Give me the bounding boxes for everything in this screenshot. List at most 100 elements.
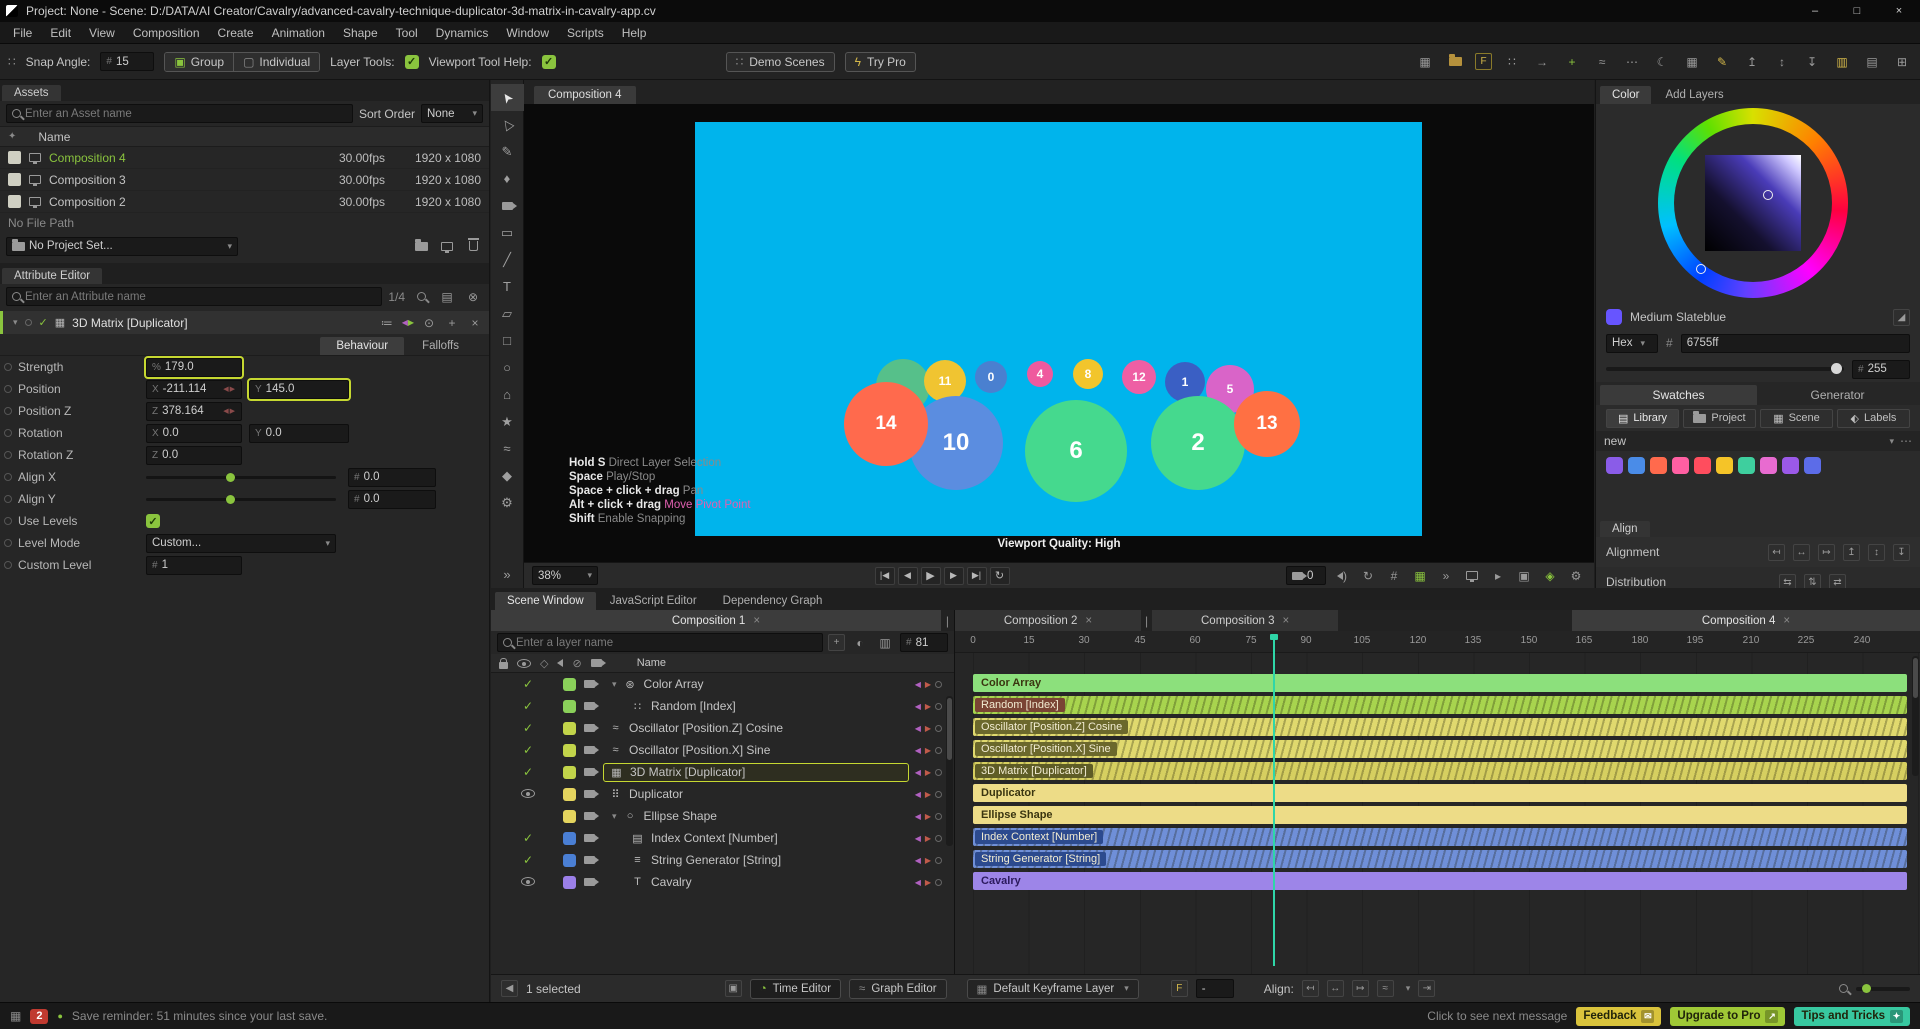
layer-color-swatch[interactable] [563, 788, 576, 801]
crosshair-icon[interactable]: + [444, 313, 460, 333]
close-icon[interactable]: × [1783, 615, 1790, 627]
align-bottom-icon[interactable]: ↧ [1802, 52, 1822, 72]
overlay-icon[interactable]: ▸ [1488, 566, 1508, 586]
menu-tool[interactable]: Tool [387, 22, 427, 43]
tab-generator[interactable]: Generator [1759, 385, 1916, 405]
layer-row-content[interactable]: ▤Index Context [Number] [625, 829, 909, 848]
skip-end-button[interactable]: ▶| [967, 567, 987, 585]
asset-name[interactable]: Composition 3 [49, 173, 126, 187]
zoom-in-icon[interactable] [411, 287, 431, 307]
pen-tool[interactable]: ♦ [491, 165, 524, 192]
timeline-bar[interactable]: Index Context [Number] [973, 828, 1907, 846]
tab-composition2[interactable]: Composition 2× [955, 610, 1141, 631]
display-icon[interactable] [437, 236, 457, 256]
current-frame-field[interactable]: #81 [900, 633, 948, 652]
swatch-group-row[interactable]: new ▾ ⋯ [1596, 431, 1920, 451]
menu-create[interactable]: Create [209, 22, 263, 43]
stepper-arrows-icon[interactable]: ◀▶ [223, 385, 236, 393]
visibility-check-icon[interactable]: ✓ [519, 831, 537, 845]
new-folder-icon[interactable] [411, 236, 431, 256]
duplicated-circle[interactable]: 13 [1234, 391, 1300, 457]
folder-icon[interactable] [1445, 52, 1465, 72]
hue-wheel[interactable] [1658, 108, 1848, 298]
hex-value-field[interactable]: 6755ff [1681, 334, 1910, 353]
tab-dependency-graph[interactable]: Dependency Graph [711, 592, 835, 610]
node-toggle-icon[interactable] [25, 319, 32, 326]
color-swatch[interactable] [1782, 457, 1799, 474]
layer-name[interactable]: Cavalry [651, 875, 692, 889]
frame-f-icon[interactable]: F [1171, 980, 1188, 997]
keyframe-left-icon[interactable]: ◀ [915, 724, 921, 733]
settings-gear-icon[interactable]: ⚙ [1566, 566, 1586, 586]
custom-level-field[interactable]: #1 [146, 556, 242, 575]
keyframe-right-icon[interactable]: ▶ [925, 856, 931, 865]
close-icon[interactable]: × [1085, 615, 1092, 627]
lock-column-icon[interactable] [499, 662, 508, 669]
forward-icon[interactable]: → [1532, 52, 1552, 72]
skip-start-button[interactable]: |◀ [875, 567, 895, 585]
name-column-header[interactable]: Name [38, 130, 70, 144]
expand-icon[interactable]: ▾ [612, 811, 617, 822]
layer-name[interactable]: 3D Matrix [Duplicator] [630, 765, 745, 779]
color-swatch[interactable] [1716, 457, 1733, 474]
visibility-check-icon[interactable]: ✓ [519, 853, 537, 867]
chevron-down-icon[interactable]: ▾ [1406, 983, 1411, 994]
keyframe-circle-icon[interactable] [935, 725, 942, 732]
assets-tab[interactable]: Assets [2, 85, 61, 101]
grid2-icon[interactable]: ⊞ [1892, 52, 1912, 72]
keyframe-left-icon[interactable]: ◀ [915, 702, 921, 711]
clear-filter-icon[interactable]: ⊗ [463, 287, 483, 307]
close-node-icon[interactable]: × [467, 313, 483, 333]
layer-name[interactable]: String Generator [String] [651, 853, 781, 867]
timeline-bar-selected[interactable]: 3D Matrix [Duplicator] [973, 762, 1907, 780]
timeline-body[interactable]: Color Array Random [Index] Oscillator [P… [955, 653, 1920, 974]
align-bottom-icon[interactable]: ↧ [1893, 544, 1910, 561]
menu-dynamics[interactable]: Dynamics [427, 22, 498, 43]
tab-composition3[interactable]: Composition 3× [1152, 610, 1338, 631]
position-z-field[interactable]: Z378.164◀▶ [146, 402, 242, 421]
camera-column-icon[interactable] [591, 659, 602, 667]
direct-select-tool[interactable]: ▷ [491, 111, 524, 138]
sort-order-dropdown[interactable]: None▾ [421, 104, 483, 123]
ellipse-tool[interactable]: ○ [491, 354, 524, 381]
tab-falloffs[interactable]: Falloffs [406, 337, 475, 355]
refresh-icon[interactable]: ↻ [1358, 566, 1378, 586]
color-swatch[interactable] [1738, 457, 1755, 474]
layer-row[interactable]: ⠿Duplicator ◀▶ [491, 783, 954, 805]
collapse-panel-icon[interactable]: ◀ [501, 980, 518, 997]
visibility-column-icon[interactable] [517, 659, 531, 668]
visibility-check-icon[interactable]: ✓ [519, 765, 537, 779]
menu-edit[interactable]: Edit [41, 22, 80, 43]
stepper-arrows-icon[interactable]: ◀▶ [223, 407, 236, 415]
keyframe-toggle-icon[interactable] [4, 495, 12, 503]
layer-row-content[interactable]: ▾○Ellipse Shape [603, 807, 909, 826]
layer-name[interactable]: Index Context [Number] [651, 831, 778, 845]
keyframe-toggle-icon[interactable] [4, 451, 12, 459]
demo-scenes-button[interactable]: ∷Demo Scenes [726, 52, 835, 72]
align-keys-left-icon[interactable]: ↤ [1302, 980, 1319, 997]
keyframe-left-icon[interactable]: ◀ [915, 746, 921, 755]
keyframe-circle-icon[interactable] [935, 703, 942, 710]
use-levels-checkbox[interactable]: ✓ [146, 514, 160, 528]
color-swatch[interactable] [1760, 457, 1777, 474]
asset-row[interactable]: Composition 3 30.00fps 1920 x 1080 [0, 169, 489, 191]
keyframe-circle-icon[interactable] [935, 879, 942, 886]
attribute-node-header[interactable]: ▾ ✓ ▦ 3D Matrix [Duplicator] ≔ ◀▶ ⊙ + × [0, 311, 489, 334]
retime-icon[interactable]: ⇥ [1418, 980, 1435, 997]
node-enabled-check-icon[interactable]: ✓ [39, 316, 48, 329]
eyedropper-icon[interactable]: ◢ [1893, 309, 1910, 326]
close-icon[interactable]: × [753, 615, 760, 627]
layer-row[interactable]: TCavalry ◀▶ [491, 871, 954, 893]
keyframe-circle-icon[interactable] [935, 857, 942, 864]
transform-tool[interactable]: ▱ [491, 300, 524, 327]
audio-column-icon[interactable] [557, 659, 563, 667]
keyframe-left-icon[interactable]: ◀ [915, 812, 921, 821]
snap-grid-icon[interactable]: + [1562, 52, 1582, 72]
display-icon[interactable] [1462, 566, 1482, 586]
layer-row-content[interactable]: ≈Oscillator [Position.X] Sine [603, 741, 909, 760]
status-grid-icon[interactable]: ▦ [10, 1009, 21, 1023]
layer-row-content[interactable]: ≡String Generator [String] [625, 851, 909, 870]
stack-icon[interactable]: ▤ [437, 287, 457, 307]
layer-row[interactable]: ✓ ≡String Generator [String] ◀▶ [491, 849, 954, 871]
keyframe-toggle-icon[interactable] [4, 561, 12, 569]
